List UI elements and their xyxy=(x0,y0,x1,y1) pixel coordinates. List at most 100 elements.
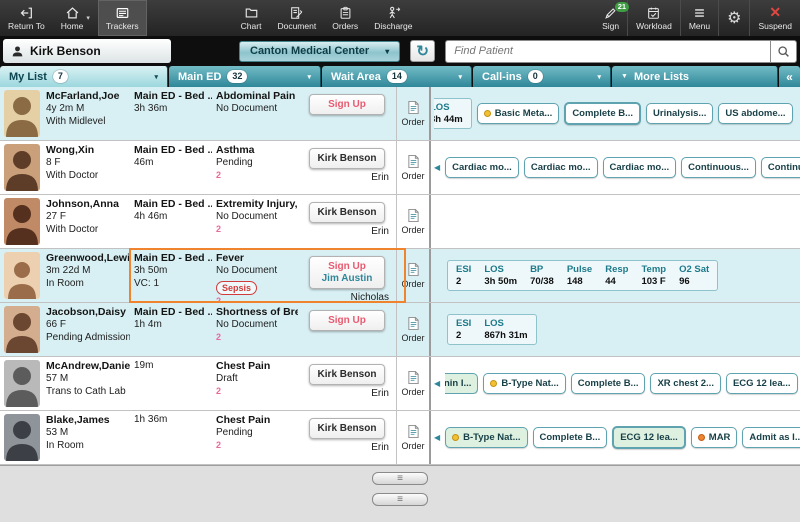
toolbar-item-suspend[interactable]: ✕ Suspend xyxy=(750,0,800,36)
results-chip[interactable]: Admit as I... xyxy=(742,427,800,448)
provider-button[interactable]: Kirk Benson xyxy=(309,202,385,223)
patient-row[interactable]: Wong,Xin 8 F With Doctor Main ED - Bed .… xyxy=(0,141,800,195)
patient-demographics: 53 M xyxy=(46,427,69,438)
tab-more-lists[interactable]: ▼ More Lists xyxy=(612,66,778,87)
tab-my-list[interactable]: My List 7 ▾ xyxy=(0,66,168,87)
toolbar-label: Discharge xyxy=(374,20,413,31)
facility-dropdown[interactable]: Canton Medical Center ▾ xyxy=(239,40,401,62)
toolbar-item-chart[interactable]: Chart xyxy=(233,0,270,36)
order-icon xyxy=(407,263,419,276)
chip-label: Cardiac mo... xyxy=(530,162,591,173)
scroll-left-icon[interactable]: ◀ xyxy=(434,163,440,172)
results-chip[interactable]: Cardiac mo... xyxy=(602,157,677,178)
patient-row[interactable]: Johnson,Anna 27 F With Doctor Main ED - … xyxy=(0,195,800,249)
results-chip[interactable]: Urinalysis... xyxy=(646,103,714,124)
location-cell: Main ED - Bed ... 3h 36m xyxy=(130,87,212,140)
order-button[interactable]: Order xyxy=(396,249,429,302)
toolbar-item-menu[interactable]: Menu xyxy=(681,0,718,36)
assist-name: Erin xyxy=(371,226,389,237)
order-button[interactable]: Order xyxy=(396,303,429,356)
toolbar-item-orders[interactable]: Orders xyxy=(324,0,366,36)
results-chip[interactable]: ECG 12 lea... xyxy=(725,373,798,394)
grip-icon: ≡ xyxy=(397,493,403,505)
patient-row[interactable]: Jacobson,Daisy 66 F Pending Admission Ma… xyxy=(0,303,800,357)
discharge-person-icon xyxy=(389,6,401,18)
chip-label: ECG 12 lea... xyxy=(732,378,791,389)
signup-button[interactable]: Sign Up Jim Austin xyxy=(309,256,385,289)
results-chip[interactable]: B-Type Nat... xyxy=(445,427,528,448)
provider-button[interactable]: Kirk Benson xyxy=(309,418,385,439)
assist-name: Erin xyxy=(371,388,389,399)
toolbar-item-home[interactable]: Home ▾ xyxy=(53,0,98,36)
results-chip[interactable]: Complete B... xyxy=(570,373,646,394)
results-chip[interactable]: Cardiac mo... xyxy=(523,157,598,178)
results-chip[interactable]: MAR xyxy=(690,427,738,448)
chief-complaint: Extremity Injury,... xyxy=(216,198,298,210)
patient-row-selected[interactable]: Greenwood,Lewis 3m 22d M In Room Main ED… xyxy=(0,248,800,303)
signup-button[interactable]: Sign Up xyxy=(309,94,385,115)
chip-label: Complete B... xyxy=(572,108,634,119)
patient-row[interactable]: McAndrew,Daniel 57 M Trans to Cath Lab 1… xyxy=(0,357,800,411)
tab-wait-area[interactable]: Wait Area 14 ▾ xyxy=(322,66,472,87)
toolbar-item-workload[interactable]: Workload xyxy=(628,0,680,36)
scroll-left-icon[interactable]: ◀ xyxy=(434,379,440,388)
tab-main-ed[interactable]: Main ED 32 ▾ xyxy=(169,66,321,87)
chevron-down-icon[interactable]: ▾ xyxy=(86,14,90,22)
patient-name: Jacobson,Daisy xyxy=(46,306,126,318)
order-button[interactable]: Order xyxy=(396,141,429,194)
tab-count-badge: 0 xyxy=(527,70,543,83)
results-panel: ◀ onin I... B-Type Nat... Complete B... … xyxy=(429,357,800,410)
collapse-panel-button[interactable]: « xyxy=(779,66,800,87)
patient-row[interactable]: Blake,James 53 M In Room 1h 36m Chest Pa… xyxy=(0,411,800,465)
chevron-down-icon[interactable]: ▾ xyxy=(307,73,311,81)
results-chip[interactable]: Cardiac mo... xyxy=(445,157,519,178)
toolbar-item-document[interactable]: Document xyxy=(269,0,324,36)
search-button[interactable] xyxy=(770,39,797,63)
results-chip[interactable]: Continuous... xyxy=(681,157,756,178)
chip-label: Cardiac mo... xyxy=(609,162,670,173)
order-button[interactable]: Order xyxy=(396,411,429,464)
order-button[interactable]: Order xyxy=(396,195,429,248)
chip-label: US abdome... xyxy=(725,108,786,119)
tab-label: More Lists xyxy=(633,70,689,83)
provider-button[interactable]: Kirk Benson xyxy=(309,364,385,385)
scroll-left-icon[interactable]: ◀ xyxy=(434,433,440,442)
signup-button[interactable]: Sign Up xyxy=(309,310,385,331)
results-chip[interactable]: B-Type Nat... xyxy=(483,373,566,394)
panel-h-scrollbar-thumb[interactable]: ≡ xyxy=(372,493,428,506)
refresh-button[interactable]: ↻ xyxy=(410,40,436,62)
results-chip[interactable]: US abdome... xyxy=(718,103,793,124)
provider-button[interactable]: Kirk Benson xyxy=(309,148,385,169)
current-user-chip[interactable]: Kirk Benson xyxy=(3,39,171,63)
results-chip[interactable]: Continuous... xyxy=(760,157,800,178)
order-icon xyxy=(407,155,419,168)
results-chip[interactable]: onin I... xyxy=(445,373,479,394)
toolbar-item-settings[interactable]: ⚙ xyxy=(719,0,749,36)
results-chip[interactable]: Basic Meta... xyxy=(476,103,560,124)
order-button[interactable]: Order xyxy=(396,357,429,410)
sign-count-badge: 21 xyxy=(614,1,630,12)
gear-icon: ⚙ xyxy=(727,9,742,27)
chevron-down-icon[interactable]: ▾ xyxy=(458,73,462,81)
search-icon xyxy=(778,45,789,57)
toolbar-item-trackers[interactable]: Trackers xyxy=(97,0,147,36)
order-button[interactable]: Order xyxy=(396,87,429,140)
results-chip[interactable]: XR chest 2... xyxy=(650,373,721,394)
search-input[interactable] xyxy=(445,39,770,63)
results-chip[interactable]: ECG 12 lea... xyxy=(612,426,686,449)
location-cell: Main ED - Bed ... 3h 50m VC: 1 xyxy=(130,249,212,302)
toolbar-item-return-to[interactable]: Return To xyxy=(0,0,53,36)
results-chip[interactable]: Complete B... xyxy=(532,427,608,448)
patient-row[interactable]: McFarland,Joe 4y 2m M With Midlevel Main… xyxy=(0,87,800,141)
trackers-icon xyxy=(116,7,129,18)
chevron-down-icon[interactable]: ▾ xyxy=(154,73,158,81)
chevron-down-icon[interactable]: ▾ xyxy=(597,73,601,81)
toolbar-item-discharge[interactable]: Discharge xyxy=(366,0,420,36)
patient-photo xyxy=(0,303,42,356)
list-h-scrollbar-thumb[interactable]: ≡ xyxy=(372,472,428,485)
patient-los: 1h 36m xyxy=(134,414,168,425)
toolbar-item-sign[interactable]: 21 Sign xyxy=(594,0,630,36)
results-chip[interactable]: Complete B... xyxy=(564,102,642,125)
chief-complaint: Abdominal Pain xyxy=(216,90,296,102)
tab-call-ins[interactable]: Call-ins 0 ▾ xyxy=(473,66,611,87)
